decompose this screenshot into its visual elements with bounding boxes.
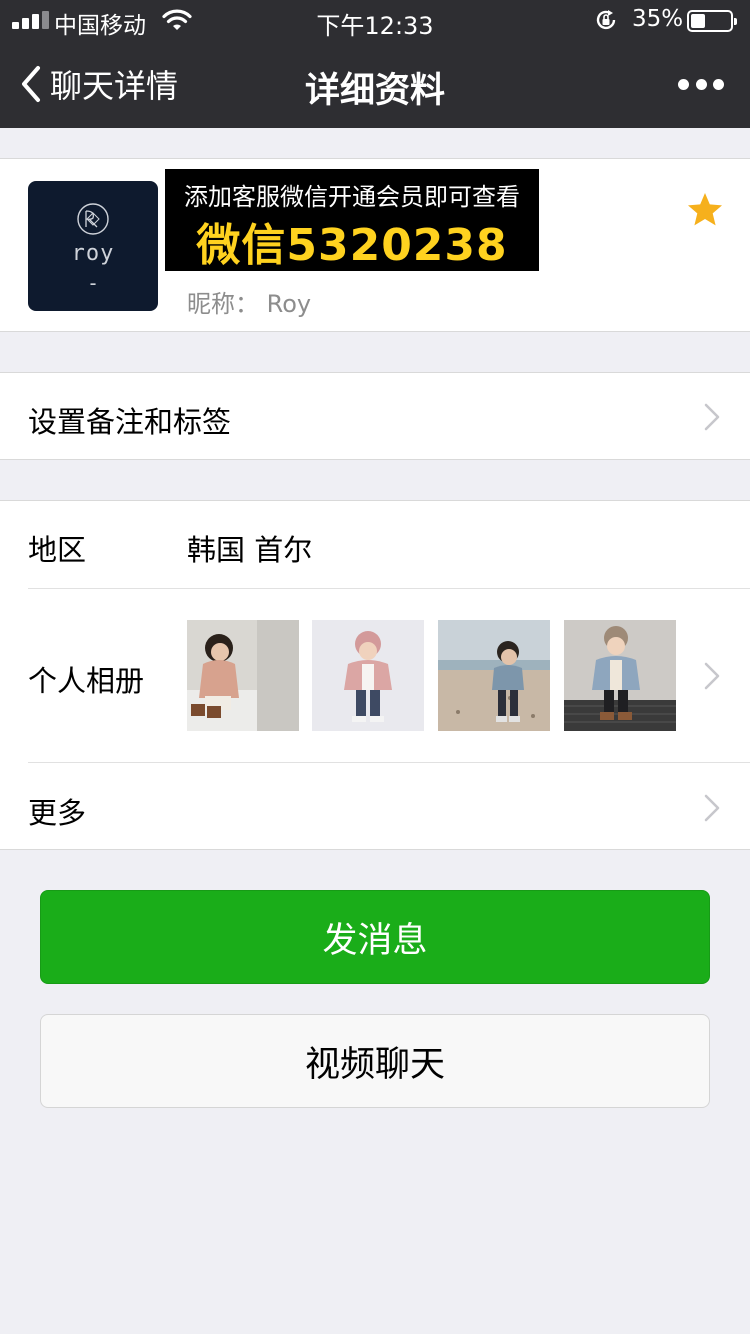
nickname: 昵称： Roy xyxy=(187,290,312,318)
promo-line-1: 添加客服微信开通会员即可查看 xyxy=(184,183,520,211)
top-bar: 中国移动 下午12:33 35% 聊天详情 详细资料 xyxy=(0,0,750,128)
remark-label: 设置备注和标签 xyxy=(28,405,232,439)
promo-overlay: 添加客服微信开通会员即可查看 微信5320238 xyxy=(165,169,539,271)
profile-card: roy - 添加客服微信开通会员即可查看 微信5320238 昵称： Roy xyxy=(0,158,750,332)
rotation-lock-icon xyxy=(596,10,616,30)
region-value: 韩国 首尔 xyxy=(187,533,313,567)
navigation-bar: 聊天详情 详细资料 xyxy=(0,40,750,128)
promo-line-2: 微信5320238 xyxy=(196,220,508,271)
roy-logo-icon xyxy=(77,203,109,235)
album-photo-4 xyxy=(564,620,676,731)
page-title: 详细资料 xyxy=(304,71,445,111)
video-call-button[interactable]: 视频聊天 xyxy=(40,1014,710,1108)
remark-and-tags-row[interactable]: 设置备注和标签 xyxy=(0,372,750,460)
album-photo-2 xyxy=(312,620,424,731)
chevron-right-icon xyxy=(704,794,720,822)
battery-icon xyxy=(687,10,737,32)
star-icon[interactable] xyxy=(686,191,724,229)
chevron-right-icon xyxy=(704,403,720,431)
send-message-button[interactable]: 发消息 xyxy=(40,890,710,984)
region-label: 地区 xyxy=(28,533,87,567)
album-photo-3 xyxy=(438,620,550,731)
more-dots-icon xyxy=(678,78,689,90)
avatar-mark: - xyxy=(86,271,100,295)
status-bar: 中国移动 下午12:33 35% xyxy=(0,0,750,40)
personal-album-row[interactable]: 个人相册 xyxy=(0,588,750,762)
info-list: 地区 韩国 首尔 个人相册 更多 xyxy=(0,500,750,850)
album-photo-1 xyxy=(187,620,299,731)
more-options-button[interactable] xyxy=(678,74,724,94)
region-row: 地区 韩国 首尔 xyxy=(0,501,750,588)
avatar-text: roy xyxy=(71,241,115,266)
avatar[interactable]: roy - xyxy=(28,181,158,311)
more-row[interactable]: 更多 xyxy=(0,762,750,850)
chevron-right-icon xyxy=(704,662,720,690)
album-label: 个人相册 xyxy=(28,664,145,698)
battery-percent: 35% xyxy=(632,6,684,32)
more-label: 更多 xyxy=(28,796,87,830)
